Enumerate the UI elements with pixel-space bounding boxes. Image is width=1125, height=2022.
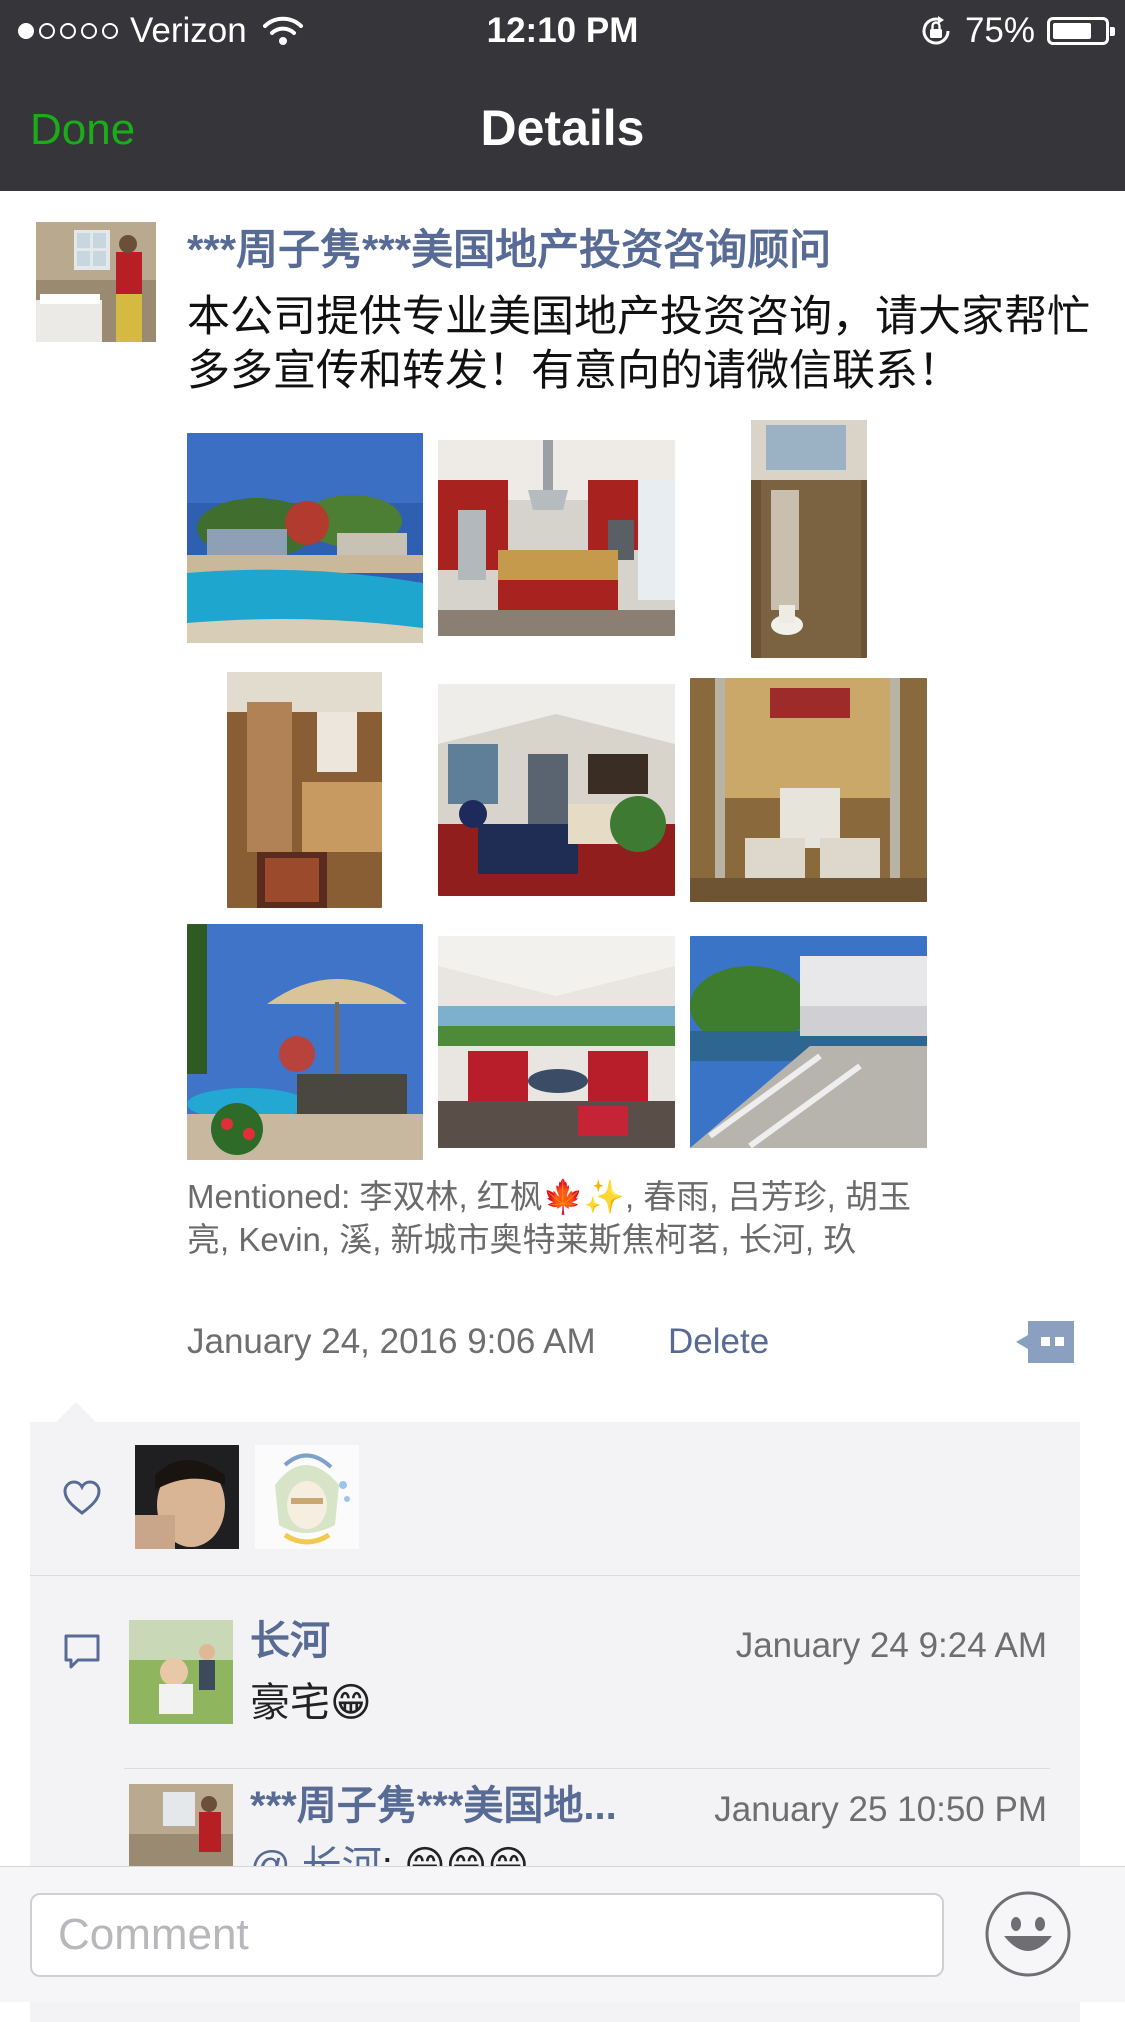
comment-time: January 24 9:24 AM — [735, 1626, 1047, 1665]
mentioned-users: Mentioned: 李双林, 红枫🍁✨, 春雨, 吕芳珍, 胡玉亮, Kevi… — [187, 1178, 911, 1258]
battery-icon — [1047, 17, 1115, 45]
delete-button[interactable]: Delete — [668, 1317, 769, 1367]
photo-living-room[interactable] — [438, 684, 675, 896]
comment-time: January 25 10:50 PM — [714, 1790, 1047, 1829]
photo-covered-patio[interactable] — [438, 936, 675, 1148]
comment-author[interactable]: 长河 — [250, 1615, 330, 1667]
emoji-button[interactable] — [984, 1890, 1072, 1978]
smiley-icon — [985, 1891, 1071, 1977]
photo-patio-umbrella[interactable] — [187, 924, 423, 1160]
photo-bedroom[interactable] — [690, 678, 927, 902]
comment-author[interactable]: ***周子隽***美国地... — [250, 1780, 617, 1832]
comment-menu-icon[interactable] — [1016, 1321, 1074, 1363]
comment-input[interactable] — [30, 1893, 944, 1977]
author-avatar[interactable] — [36, 222, 156, 342]
comment-divider — [124, 1768, 1050, 1769]
commenter-avatar[interactable] — [129, 1620, 233, 1724]
photo-kitchen[interactable] — [438, 440, 675, 636]
page-title: Details — [480, 100, 645, 156]
liker-avatar[interactable] — [135, 1445, 239, 1549]
post-timestamp: January 24, 2016 9:06 AM — [187, 1322, 596, 1361]
comment-icon — [62, 1632, 102, 1672]
photo-deck[interactable] — [690, 936, 927, 1148]
author-name[interactable]: ***周子隽***美国地产投资咨询顾问 — [187, 222, 831, 278]
status-right: 75% — [919, 8, 1115, 54]
post-text: 本公司提供专业美国地产投资咨询，请大家帮忙多多宣传和转发！有意向的请微信联系！ — [187, 293, 1090, 395]
photo-bathroom-skylight[interactable] — [751, 420, 867, 658]
photo-pool[interactable] — [187, 433, 423, 643]
comment-text: 豪宅😁 — [250, 1681, 372, 1725]
panel-pointer — [56, 1402, 96, 1422]
likes-divider — [30, 1575, 1080, 1576]
photo-bathroom[interactable] — [227, 672, 382, 908]
battery-percent: 75% — [964, 11, 1035, 50]
liker-avatar[interactable] — [255, 1445, 359, 1549]
heart-icon — [62, 1478, 102, 1518]
rotation-lock-icon — [922, 16, 950, 45]
